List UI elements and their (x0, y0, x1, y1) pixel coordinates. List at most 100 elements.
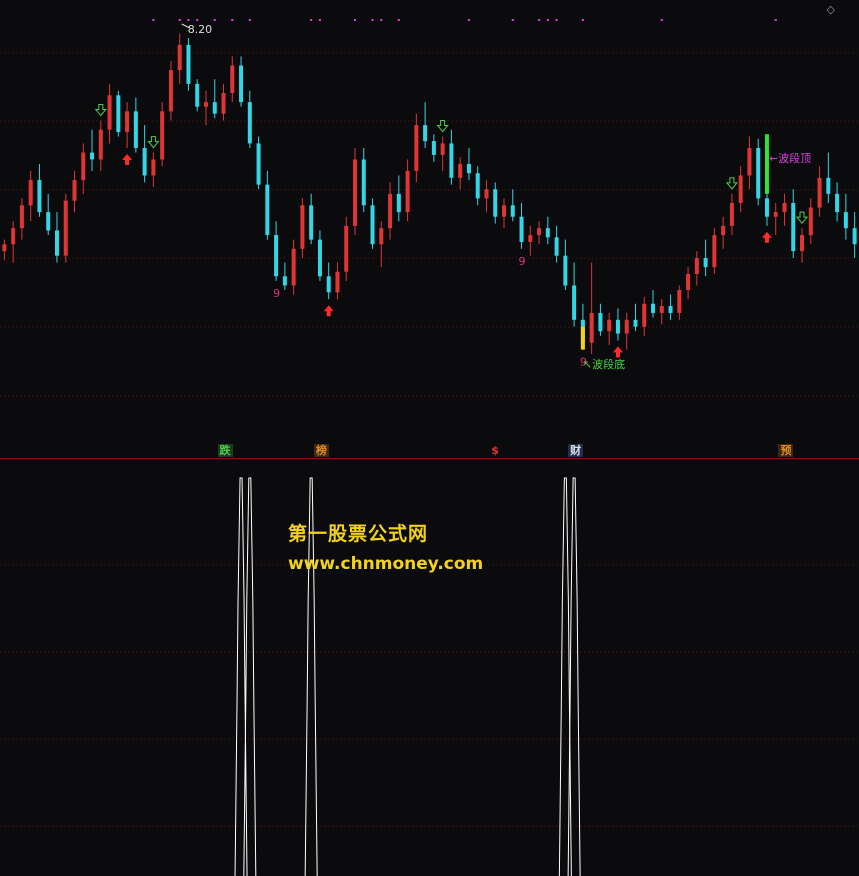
event-badge[interactable]: 预 (778, 444, 794, 457)
sell-arrow-icon (725, 177, 738, 190)
candle-body (712, 235, 717, 268)
candle-body (203, 102, 208, 107)
candle-body (90, 152, 95, 160)
candle-body (659, 306, 664, 313)
indicator-spike (558, 477, 572, 876)
signal-dot (196, 19, 199, 21)
candle-body (624, 319, 629, 334)
corner-diamond-icon[interactable]: ◇ (827, 3, 835, 16)
candle-body (344, 225, 349, 272)
candle-body (81, 152, 86, 181)
signal-dot (318, 19, 321, 21)
candle-body (405, 170, 410, 213)
signal-dot (774, 19, 777, 21)
candle-body (256, 143, 261, 185)
candle-body (668, 306, 673, 313)
signal-dot (660, 19, 663, 21)
candle-body (11, 228, 16, 245)
candle-body (379, 228, 384, 245)
bottom-highlight-bar (580, 326, 585, 350)
candle-body (423, 125, 428, 142)
candle-body (98, 129, 103, 160)
candle-body (843, 212, 848, 229)
event-badge[interactable]: $ (489, 444, 501, 457)
sell-arrow-icon (94, 104, 107, 117)
candle-body (826, 177, 831, 194)
candle-body (633, 319, 638, 327)
candle-body (160, 111, 165, 160)
candle-body (615, 319, 620, 334)
candle-body (835, 193, 840, 213)
candle-body (703, 257, 708, 268)
candle-body (396, 193, 401, 213)
count-label: 9 (273, 287, 280, 300)
signal-dot (178, 19, 181, 21)
event-badge[interactable]: 榜 (313, 444, 329, 457)
event-badge[interactable]: 跌 (217, 444, 233, 457)
candle-body (651, 303, 656, 313)
candle-body (510, 205, 515, 217)
candle-body (677, 290, 682, 313)
candle-body (291, 248, 296, 286)
signal-marks: 9998.20←波段顶↖波段底 (94, 19, 811, 371)
price-annotation: ←波段顶 (769, 151, 811, 165)
candle-body (265, 184, 270, 236)
candle-body (458, 164, 463, 178)
count-label: 9 (519, 255, 526, 268)
candle-body (572, 285, 577, 320)
candle-body (116, 95, 121, 132)
signal-dot (353, 19, 356, 21)
candle-body (554, 237, 559, 256)
candle-body (545, 228, 550, 238)
signal-dot (371, 19, 374, 21)
candle-body (756, 148, 761, 199)
signal-dot (187, 19, 190, 21)
candle-body (186, 44, 191, 84)
candle-body (37, 180, 42, 213)
event-badge[interactable]: 财 (568, 444, 584, 457)
indicator-spike (234, 477, 248, 876)
sell-arrow-icon (147, 136, 160, 149)
signal-dot (467, 19, 470, 21)
candle-body (133, 111, 138, 148)
watermark-title: 第一股票公式网 (288, 523, 429, 545)
candle-body (414, 125, 419, 171)
candle-body (475, 173, 480, 199)
candle-body (800, 235, 805, 252)
candle-body (484, 189, 489, 199)
candle-body (274, 235, 279, 277)
signal-dot (511, 19, 514, 21)
candle-body (782, 202, 787, 213)
signal-dot (538, 19, 541, 21)
candle-body (642, 303, 647, 327)
watermark-url: www.chnmoney.com (288, 554, 484, 574)
candle-body (502, 205, 507, 217)
signal-dot (380, 19, 383, 21)
candle-body (852, 228, 857, 245)
candle-body (168, 70, 173, 112)
candle-body (46, 212, 51, 231)
sell-arrow-icon (795, 211, 809, 224)
candle-body (361, 159, 366, 206)
candle-body (528, 235, 533, 242)
candle-body (195, 83, 200, 107)
candle-body (317, 239, 322, 277)
candle-body (247, 102, 252, 144)
buy-arrow-icon (761, 231, 772, 243)
signal-dot (397, 19, 400, 21)
candle-body (563, 255, 568, 286)
candle-body (694, 257, 699, 274)
candle-body (309, 205, 314, 240)
signal-dot (310, 19, 313, 21)
candle-body (747, 148, 752, 176)
panel-divider (0, 458, 859, 459)
candle-body (791, 202, 796, 252)
candle-body (19, 205, 24, 229)
candle-body (2, 244, 7, 252)
candle-body (125, 111, 130, 132)
buy-arrow-icon (323, 305, 334, 317)
signal-dot (231, 19, 234, 21)
candle-body (466, 164, 471, 174)
signal-dot (152, 19, 155, 21)
candle-body (63, 200, 68, 256)
